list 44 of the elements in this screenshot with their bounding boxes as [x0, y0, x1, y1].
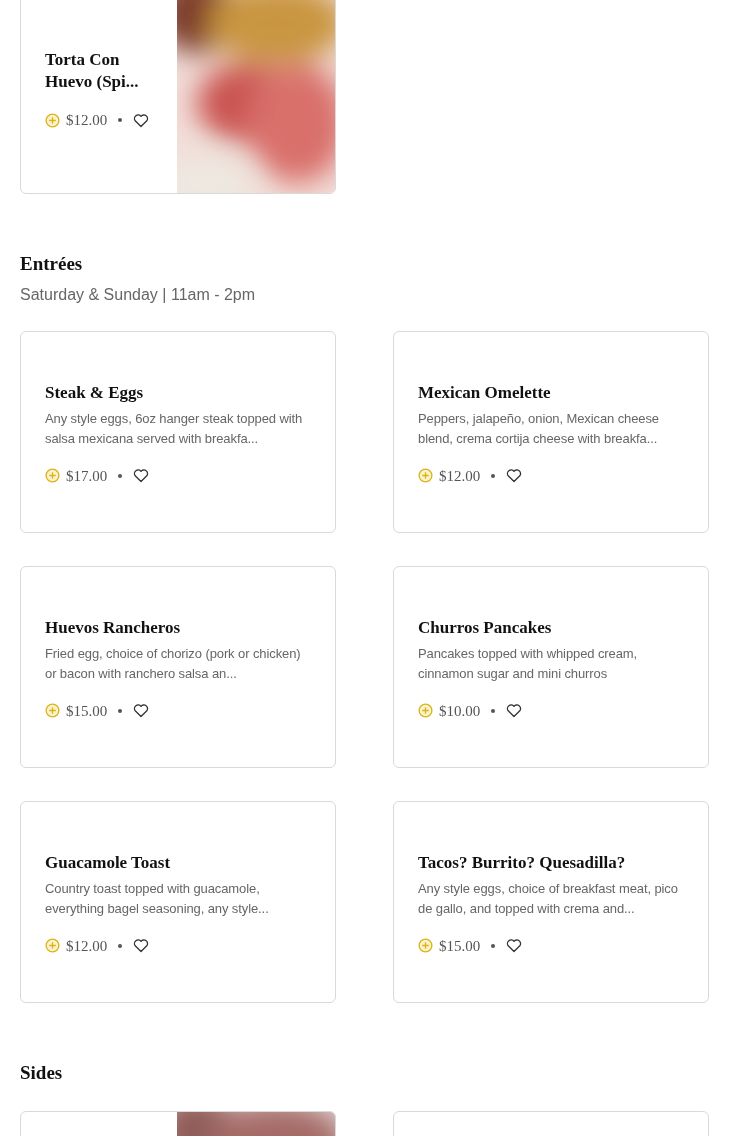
item-description: Fried egg, choice of chorizo (pork or chicken) or bacon with ranchero salsa an... [45, 644, 302, 683]
item-name: Churros Pancakes [418, 616, 553, 639]
section-title: Sides [20, 1060, 64, 1085]
heart-icon[interactable] [133, 112, 150, 128]
item-description: Any style eggs, 6oz hanger steak topped with salsa mexicana served with breakfa... [45, 409, 304, 448]
item-price: $15.00 [66, 701, 108, 721]
item-price: $17.00 [66, 466, 108, 486]
item-name: Mexican Omelette [418, 381, 552, 404]
item-name: Torta Con Huevo (Spi... [45, 49, 140, 93]
separator-dot [118, 708, 123, 713]
heart-icon[interactable] [506, 703, 523, 719]
item-price: $12.00 [66, 111, 108, 130]
item-description: Country toast topped with guacamole, everything bagel seasoning, any style... [45, 879, 270, 918]
menu-item-card[interactable]: Tacos? Burrito? Quesadilla? Any style eggs, choice of breakfast meat, pico de gallo, and topped with crema and... $15.00 [393, 800, 709, 1003]
menu-item-card[interactable]: Churros Pancakes Pancakes topped with whipped cream, cinnamon sugar and mini churros $10.00 [393, 565, 709, 768]
item-name: Tacos? Burrito? Quesadilla? [418, 851, 627, 874]
heart-icon[interactable] [133, 703, 150, 719]
item-description: Any style eggs, choice of breakfast meat, pico de gallo, and topped with crema and... [418, 879, 679, 918]
section-hours: Saturday & Sunday | 11am - 2pm [20, 284, 257, 305]
item-description: Peppers, jalapeño, onion, Mexican cheese blend, crema cortija cheese with breakfa... [418, 409, 660, 448]
menu-item-card[interactable]: Mexican Omelette Peppers, jalapeño, onion, Mexican cheese blend, crema cortija cheese with breakfa... $12.00 [393, 330, 709, 533]
separator-dot [491, 943, 496, 948]
menu-item-card[interactable]: Steak & Eggs Any style eggs, 6oz hanger steak topped with salsa mexicana served with breakfa... $17.00 [20, 330, 336, 533]
section-title: Entrées [20, 252, 84, 276]
menu-item-card[interactable]: Huevos Rancheros Fried egg, choice of chorizo (pork or chicken) or bacon with ranchero salsa an... $15.00 [20, 565, 336, 768]
item-name: Guacamole Toast [45, 851, 172, 874]
heart-icon[interactable] [133, 938, 150, 954]
item-price: $12.00 [439, 466, 481, 486]
heart-icon[interactable] [506, 468, 523, 484]
item-price: $15.00 [439, 936, 481, 956]
menu-item-card[interactable]: Torta Con Huevo (Spi... $12.00 [20, 0, 336, 194]
item-name: Huevos Rancheros [45, 616, 182, 639]
menu-item-card[interactable]: Guacamole Toast Country toast topped with guacamole, everything bagel seasoning, any style... $12.00 [20, 800, 336, 1003]
separator-dot [491, 708, 496, 713]
item-price: $10.00 [439, 701, 481, 721]
item-name: Steak & Eggs [45, 381, 145, 404]
separator-dot [118, 943, 123, 948]
item-description: Pancakes topped with whipped cream, cinnamon sugar and mini churros [418, 644, 639, 683]
heart-icon[interactable] [133, 468, 150, 484]
separator-dot [118, 473, 123, 478]
heart-icon[interactable] [506, 938, 523, 954]
separator-dot [118, 118, 123, 123]
separator-dot [491, 473, 496, 478]
item-price: $12.00 [66, 936, 108, 956]
